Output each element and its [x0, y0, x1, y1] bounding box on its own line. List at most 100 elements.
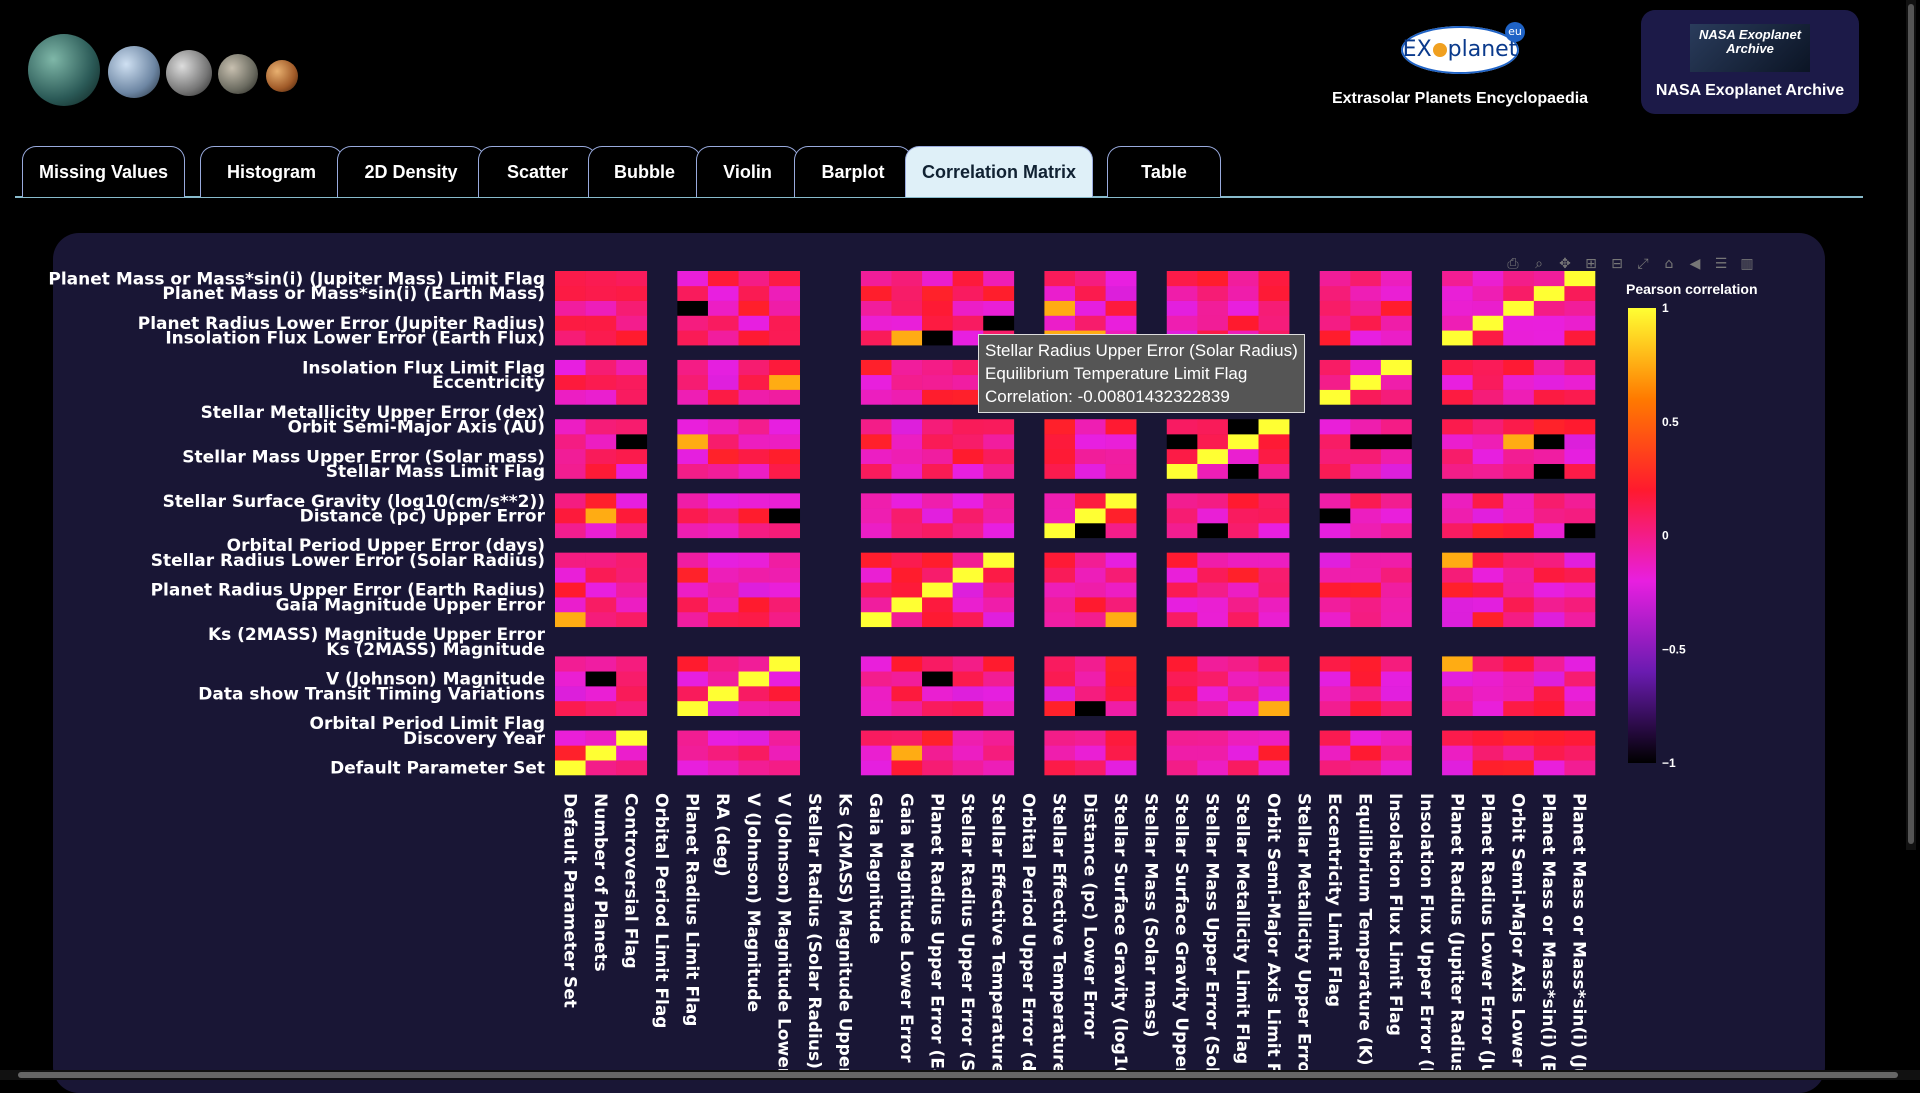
- heatmap-cell[interactable]: [1227, 760, 1259, 776]
- heatmap-cell[interactable]: [555, 448, 586, 465]
- heatmap-cell[interactable]: [1350, 567, 1382, 583]
- heatmap-cell[interactable]: [1319, 419, 1351, 435]
- heatmap-cell[interactable]: [769, 389, 801, 405]
- heatmap-cell[interactable]: [555, 745, 586, 761]
- heatmap-cell[interactable]: [1533, 359, 1565, 376]
- heatmap-cell[interactable]: [769, 745, 801, 761]
- heatmap-cell[interactable]: [616, 434, 648, 450]
- heatmap-cell[interactable]: [1319, 656, 1351, 672]
- heatmap-cell[interactable]: [1380, 271, 1412, 287]
- heatmap-cell[interactable]: [555, 389, 586, 405]
- heatmap-cell[interactable]: [952, 597, 984, 613]
- heatmap-cell[interactable]: [1472, 552, 1504, 568]
- heatmap-cell[interactable]: [860, 523, 892, 539]
- heatmap-cell[interactable]: [677, 463, 709, 479]
- heatmap-cell[interactable]: [952, 448, 984, 465]
- heatmap-cell[interactable]: [1227, 285, 1259, 301]
- heatmap-cell[interactable]: [983, 300, 1015, 316]
- heatmap-cell[interactable]: [555, 330, 586, 346]
- heatmap-cell[interactable]: [1442, 611, 1473, 628]
- heatmap-cell[interactable]: [1166, 760, 1198, 776]
- heatmap-cell[interactable]: [677, 745, 709, 761]
- heatmap-cell[interactable]: [1105, 671, 1137, 687]
- heatmap-cell[interactable]: [1503, 597, 1535, 613]
- heatmap-cell[interactable]: [891, 597, 923, 613]
- heatmap-cell[interactable]: [860, 448, 892, 465]
- heatmap-cell[interactable]: [922, 463, 953, 479]
- heatmap-cell[interactable]: [952, 686, 984, 702]
- heatmap-cell[interactable]: [1350, 374, 1382, 390]
- heatmap-cell[interactable]: [677, 300, 709, 316]
- heatmap-cell[interactable]: [585, 730, 617, 746]
- heatmap-cell[interactable]: [1442, 552, 1473, 568]
- heatmap-cell[interactable]: [860, 434, 892, 450]
- heatmap-cell[interactable]: [1350, 300, 1382, 316]
- heatmap-cell[interactable]: [1319, 448, 1351, 465]
- heatmap-cell[interactable]: [1166, 597, 1198, 613]
- heatmap-cell[interactable]: [922, 508, 953, 524]
- heatmap-cell[interactable]: [1258, 271, 1290, 287]
- heatmap-cell[interactable]: [952, 745, 984, 761]
- heatmap-cell[interactable]: [922, 315, 953, 331]
- heatmap-cell[interactable]: [1044, 671, 1076, 687]
- heatmap-cell[interactable]: [891, 582, 923, 598]
- heatmap-cell[interactable]: [922, 597, 953, 613]
- heatmap-cell[interactable]: [769, 315, 801, 331]
- heatmap-cell[interactable]: [891, 315, 923, 331]
- heatmap-cell[interactable]: [1380, 686, 1412, 702]
- heatmap-cell[interactable]: [585, 330, 617, 346]
- heatmap-cell[interactable]: [1105, 700, 1137, 717]
- heatmap-cell[interactable]: [983, 419, 1015, 435]
- heatmap-cell[interactable]: [616, 671, 648, 687]
- heatmap-cell[interactable]: [891, 493, 923, 509]
- heatmap-cell[interactable]: [1564, 656, 1596, 672]
- heatmap-cell[interactable]: [1472, 760, 1504, 776]
- heatmap-cell[interactable]: [1258, 434, 1290, 450]
- heatmap-cell[interactable]: [860, 271, 892, 287]
- heatmap-cell[interactable]: [1380, 463, 1412, 479]
- heatmap-cell[interactable]: [891, 552, 923, 568]
- heatmap-cell[interactable]: [983, 656, 1015, 672]
- heatmap-cell[interactable]: [860, 359, 892, 376]
- heatmap-cell[interactable]: [1350, 523, 1382, 539]
- heatmap-cell[interactable]: [738, 597, 770, 613]
- heatmap-cell[interactable]: [1564, 686, 1596, 702]
- heatmap-cell[interactable]: [555, 671, 586, 687]
- heatmap-cell[interactable]: [616, 285, 648, 301]
- heatmap-cell[interactable]: [922, 567, 953, 583]
- heatmap-cell[interactable]: [1075, 508, 1106, 524]
- heatmap-cell[interactable]: [707, 285, 739, 301]
- heatmap-cell[interactable]: [1503, 285, 1535, 301]
- heatmap-cell[interactable]: [1380, 508, 1412, 524]
- heatmap-cell[interactable]: [585, 389, 617, 405]
- heatmap-cell[interactable]: [616, 611, 648, 628]
- heatmap-cell[interactable]: [1105, 760, 1137, 776]
- heatmap-cell[interactable]: [1227, 271, 1259, 287]
- heatmap-cell[interactable]: [707, 419, 739, 435]
- heatmap-cell[interactable]: [1105, 567, 1137, 583]
- heatmap-cell[interactable]: [1105, 745, 1137, 761]
- heatmap-cell[interactable]: [1380, 374, 1412, 390]
- heatmap-cell[interactable]: [677, 285, 709, 301]
- heatmap-cell[interactable]: [922, 419, 953, 435]
- heatmap-cell[interactable]: [1442, 300, 1473, 316]
- heatmap-cell[interactable]: [1166, 611, 1198, 628]
- heatmap-cell[interactable]: [1564, 434, 1596, 450]
- heatmap-cell[interactable]: [1533, 582, 1565, 598]
- heatmap-cell[interactable]: [1227, 671, 1259, 687]
- heatmap-cell[interactable]: [1197, 582, 1229, 598]
- heatmap-cell[interactable]: [707, 315, 739, 331]
- heatmap-cell[interactable]: [1105, 448, 1137, 465]
- heatmap-cell[interactable]: [677, 330, 709, 346]
- heatmap-cell[interactable]: [677, 389, 709, 405]
- heatmap-cell[interactable]: [1472, 686, 1504, 702]
- heatmap-cell[interactable]: [585, 448, 617, 465]
- heatmap-cell[interactable]: [1472, 419, 1504, 435]
- heatmap-cell[interactable]: [1258, 582, 1290, 598]
- heatmap-cell[interactable]: [738, 359, 770, 376]
- heatmap-cell[interactable]: [983, 508, 1015, 524]
- heatmap-cell[interactable]: [1472, 611, 1504, 628]
- heatmap-cell[interactable]: [1503, 745, 1535, 761]
- heatmap-cell[interactable]: [1105, 285, 1137, 301]
- heatmap-cell[interactable]: [922, 271, 953, 287]
